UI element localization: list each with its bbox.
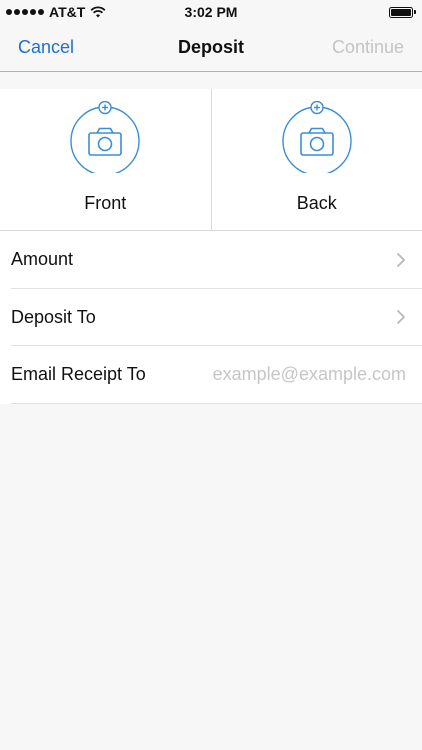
battery-icon bbox=[389, 6, 416, 18]
back-label: Back bbox=[296, 193, 337, 213]
status-left: AT&T bbox=[6, 4, 106, 20]
wifi-icon bbox=[90, 6, 106, 18]
check-photo-panel: Front Back bbox=[0, 89, 422, 231]
amount-row[interactable]: Amount bbox=[0, 231, 422, 289]
email-receipt-label: Email Receipt To bbox=[11, 364, 146, 385]
nav-bar: Cancel Deposit Continue bbox=[0, 24, 422, 72]
carrier-label: AT&T bbox=[49, 4, 86, 20]
deposit-form: Amount Deposit To Email Receipt To bbox=[0, 231, 422, 404]
signal-dots-icon bbox=[6, 9, 44, 15]
chevron-right-icon bbox=[397, 252, 405, 267]
deposit-to-row[interactable]: Deposit To bbox=[0, 289, 422, 347]
email-receipt-row: Email Receipt To bbox=[0, 346, 422, 404]
email-receipt-input[interactable] bbox=[186, 364, 406, 386]
back-photo-button[interactable]: Back bbox=[210, 89, 422, 230]
continue-button[interactable]: Continue bbox=[332, 37, 404, 58]
camera-add-icon bbox=[282, 101, 352, 173]
deposit-to-label: Deposit To bbox=[11, 306, 96, 327]
front-photo-button[interactable]: Front bbox=[0, 89, 211, 230]
camera-add-icon bbox=[70, 101, 140, 173]
chevron-right-icon bbox=[397, 310, 405, 325]
front-label: Front bbox=[84, 193, 127, 213]
amount-label: Amount bbox=[11, 249, 74, 270]
cancel-button[interactable]: Cancel bbox=[18, 37, 74, 58]
status-bar: AT&T 3:02 PM bbox=[0, 0, 422, 24]
